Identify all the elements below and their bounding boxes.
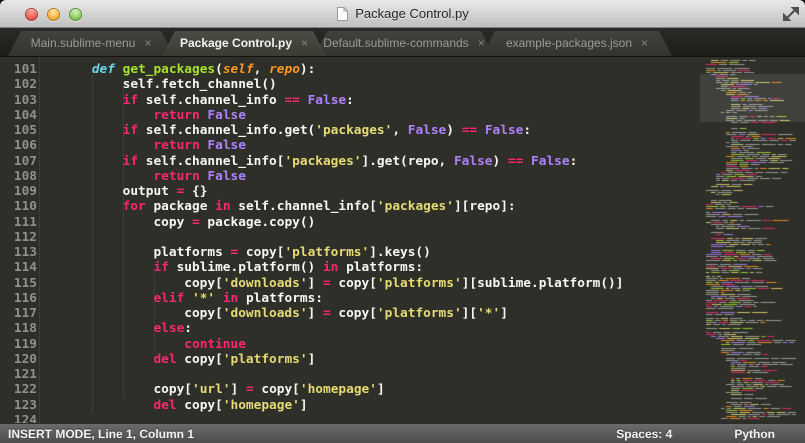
minimap[interactable] bbox=[700, 57, 805, 423]
line-number: 108 bbox=[13, 168, 37, 184]
tab-main-sublime-menu[interactable]: Main.sublime-menu × bbox=[8, 31, 174, 56]
line-number-gutter: 101 102 103 104 105 106 107 108 109 110 111 112 113 1… bbox=[0, 62, 37, 423]
line-number: 110 bbox=[13, 199, 37, 215]
tab-label: example-packages.json bbox=[505, 35, 633, 50]
line-number: 124 bbox=[13, 412, 37, 423]
code-line[interactable]: return False bbox=[61, 138, 623, 153]
line-number: 111 bbox=[13, 214, 37, 230]
line-number: 102 bbox=[13, 77, 37, 93]
resize-window-icon[interactable] bbox=[782, 5, 800, 23]
code-line[interactable]: if self.channel_info.get('packages', Fal… bbox=[61, 123, 623, 138]
line-number: 118 bbox=[13, 321, 37, 337]
code-line[interactable]: else: bbox=[61, 321, 623, 336]
code-area[interactable]: def get_packages(self, repo): self.fetch… bbox=[61, 62, 624, 423]
line-number: 105 bbox=[13, 123, 37, 138]
code-line[interactable]: output = {} bbox=[61, 184, 623, 199]
code-line[interactable]: if self.channel_info['packages'].get(rep… bbox=[61, 154, 623, 169]
code-line[interactable]: if sublime.platform() in platforms: bbox=[61, 260, 623, 275]
line-number: 113 bbox=[13, 245, 37, 260]
code-line[interactable]: if self.channel_info == False: bbox=[61, 93, 623, 108]
close-window-button[interactable] bbox=[25, 7, 38, 21]
code-line[interactable]: def get_packages(self, repo): bbox=[61, 62, 623, 77]
line-number: 119 bbox=[13, 336, 37, 352]
zoom-window-button[interactable] bbox=[69, 7, 82, 21]
code-line[interactable]: elif '*' in platforms: bbox=[61, 291, 623, 306]
tab-close-icon[interactable]: × bbox=[478, 37, 485, 49]
tab-close-icon[interactable]: × bbox=[144, 37, 151, 49]
code-editor[interactable]: 101 102 103 104 105 106 107 108 109 110 111 112 113 1… bbox=[0, 57, 805, 423]
tab-default-sublime-commands[interactable]: Default.sublime-commands × bbox=[314, 31, 494, 56]
line-number: 112 bbox=[13, 229, 37, 245]
code-line[interactable]: continue bbox=[61, 337, 623, 352]
code-line[interactable]: for package in self.channel_info['packag… bbox=[61, 199, 623, 214]
code-line[interactable]: platforms = copy['platforms'].keys() bbox=[61, 245, 623, 260]
code-line[interactable]: del copy['homepage'] bbox=[61, 398, 623, 413]
code-line[interactable]: return False bbox=[61, 108, 623, 123]
code-line[interactable]: copy['downloads'] = copy['platforms'][su… bbox=[61, 276, 623, 291]
tab-close-icon[interactable]: × bbox=[641, 37, 648, 49]
code-line[interactable] bbox=[61, 230, 623, 245]
status-mode-text: INSERT MODE, Line 1, Column 1 bbox=[8, 426, 195, 441]
code-line[interactable]: copy['url'] = copy['homepage'] bbox=[61, 382, 623, 397]
code-line[interactable] bbox=[61, 367, 623, 382]
window-title: Package Control.py bbox=[355, 6, 469, 21]
status-indentation[interactable]: Spaces: 4 bbox=[616, 427, 672, 441]
minimize-window-button[interactable] bbox=[47, 7, 60, 21]
tab-label: Default.sublime-commands bbox=[323, 35, 469, 50]
line-number: 122 bbox=[13, 382, 37, 398]
window-controls bbox=[25, 0, 82, 28]
tab-package-control-py[interactable]: Package Control.py × bbox=[162, 31, 326, 56]
code-line[interactable] bbox=[61, 413, 623, 423]
line-number: 109 bbox=[13, 184, 37, 199]
document-icon bbox=[337, 6, 349, 21]
line-number: 103 bbox=[13, 92, 37, 108]
line-number: 116 bbox=[13, 290, 37, 306]
minimap-viewport[interactable] bbox=[700, 74, 805, 122]
line-number: 115 bbox=[13, 275, 37, 291]
status-bar: INSERT MODE, Line 1, Column 1 Spaces: 4 … bbox=[0, 423, 805, 443]
line-number: 117 bbox=[13, 306, 37, 321]
tab-label: Main.sublime-menu bbox=[30, 35, 136, 50]
line-number: 104 bbox=[13, 107, 37, 123]
code-line[interactable]: self.fetch_channel() bbox=[61, 77, 623, 92]
line-number: 106 bbox=[13, 138, 37, 154]
line-number: 120 bbox=[13, 351, 37, 367]
tab-label: Package Control.py bbox=[179, 35, 293, 50]
code-line[interactable]: copy['downloads'] = copy['platforms']['*… bbox=[61, 306, 623, 321]
sublime-text-window: Package Control.py Main.sublime-menu × P… bbox=[0, 0, 805, 443]
line-number: 123 bbox=[13, 397, 37, 413]
line-number: 101 bbox=[13, 62, 37, 77]
code-line[interactable]: return False bbox=[61, 169, 623, 184]
tab-close-icon[interactable]: × bbox=[301, 37, 308, 49]
line-number: 107 bbox=[13, 153, 37, 169]
line-number: 121 bbox=[13, 367, 37, 382]
status-syntax[interactable]: Python bbox=[734, 427, 775, 441]
code-line[interactable]: del copy['platforms'] bbox=[61, 352, 623, 367]
code-line[interactable]: copy = package.copy() bbox=[61, 215, 623, 230]
window-title-group: Package Control.py bbox=[336, 6, 469, 22]
window-titlebar[interactable]: Package Control.py bbox=[0, 0, 805, 28]
tab-bar: Main.sublime-menu × Package Control.py ×… bbox=[0, 28, 805, 57]
tab-example-packages-json[interactable]: example-packages.json × bbox=[482, 31, 672, 56]
line-number: 114 bbox=[13, 260, 37, 276]
